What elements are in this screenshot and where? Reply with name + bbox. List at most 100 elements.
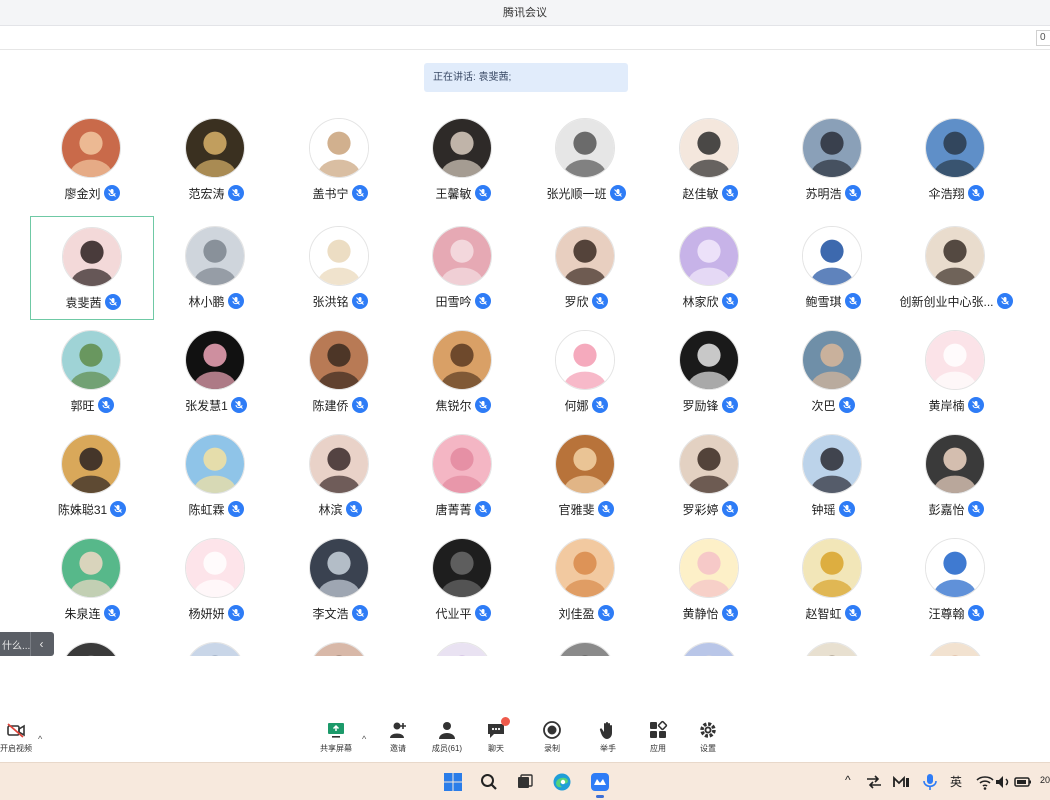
participant-tile[interactable]: 张洪铭: [278, 216, 402, 320]
microphone-icon[interactable]: [474, 185, 491, 201]
microphone-icon[interactable]: [474, 501, 491, 517]
share-options-caret[interactable]: ^: [362, 734, 366, 744]
microphone-icon[interactable]: [474, 397, 491, 413]
microphone-icon[interactable]: [844, 293, 861, 309]
participant-tile[interactable]: 何娜: [524, 320, 648, 424]
participant-tile[interactable]: 陈姝聪31: [30, 424, 154, 528]
participant-tile[interactable]: 次巴: [771, 320, 895, 424]
microphone-icon[interactable]: [474, 605, 491, 621]
participant-tile[interactable]: 盖书宁: [278, 108, 402, 212]
participant-tile[interactable]: 伞浩翔: [894, 108, 1018, 212]
microphone-icon[interactable]: [597, 605, 614, 621]
collapse-chevron-icon[interactable]: ‹: [30, 632, 52, 656]
participant-tile[interactable]: 李文浩: [278, 528, 402, 632]
participant-tile[interactable]: 林家欣: [648, 216, 772, 320]
participant-tile[interactable]: 官雅斐: [524, 424, 648, 528]
participant-tile[interactable]: 罗欣: [524, 216, 648, 320]
participant-tile[interactable]: 罗彩婷: [648, 424, 772, 528]
microphone-icon[interactable]: [967, 397, 984, 413]
participant-tile[interactable]: 焦锐尔: [401, 320, 525, 424]
microphone-icon[interactable]: [103, 185, 120, 201]
participant-tile[interactable]: 赵佳敏: [648, 108, 772, 212]
microphone-icon[interactable]: [591, 397, 608, 413]
microphone-icon[interactable]: [721, 605, 738, 621]
settings-button[interactable]: 设置: [686, 720, 730, 754]
participant-tile[interactable]: 罗励锋: [648, 320, 772, 424]
battery-icon[interactable]: [1012, 769, 1034, 795]
participant-tile[interactable]: 刘佳盈: [524, 528, 648, 632]
participant-tile[interactable]: 苏明浩: [771, 108, 895, 212]
participant-tile[interactable]: 朱泉连: [30, 528, 154, 632]
participant-tile[interactable]: [401, 632, 525, 656]
microphone-icon[interactable]: [103, 605, 120, 621]
participant-tile[interactable]: 郭旺: [30, 320, 154, 424]
tray-overflow-chevron[interactable]: ^: [845, 773, 851, 787]
microphone-icon[interactable]: [351, 185, 368, 201]
microphone-icon[interactable]: [967, 501, 984, 517]
microphone-icon[interactable]: [474, 293, 491, 309]
microphone-icon[interactable]: [351, 293, 368, 309]
microphone-icon[interactable]: [838, 501, 855, 517]
participant-tile[interactable]: 陈虹霖: [154, 424, 278, 528]
participant-tile[interactable]: 代业平: [401, 528, 525, 632]
microphone-icon[interactable]: [227, 185, 244, 201]
ime-indicator[interactable]: 英: [950, 773, 962, 790]
microphone-icon[interactable]: [920, 769, 940, 795]
search-icon[interactable]: [476, 769, 502, 795]
participant-tile[interactable]: 袁斐茜: [30, 216, 154, 320]
edge-browser-icon[interactable]: [549, 769, 575, 795]
microphone-icon[interactable]: [609, 185, 626, 201]
participant-tile[interactable]: [524, 632, 648, 656]
participant-tile[interactable]: 创新创业中心张...: [894, 216, 1018, 320]
microphone-icon[interactable]: [110, 501, 127, 517]
invite-button[interactable]: 邀请: [376, 720, 420, 754]
participant-tile[interactable]: 田雪吟: [401, 216, 525, 320]
windows-start-icon[interactable]: [440, 769, 466, 795]
participant-tile[interactable]: [894, 632, 1018, 656]
participant-tile[interactable]: 张发慧1: [154, 320, 278, 424]
participant-tile[interactable]: 张光顺一班: [524, 108, 648, 212]
microphone-icon[interactable]: [967, 605, 984, 621]
participant-tile[interactable]: 鲍雪琪: [771, 216, 895, 320]
microphone-icon[interactable]: [227, 293, 244, 309]
microphone-icon[interactable]: [721, 293, 738, 309]
microphone-icon[interactable]: [351, 605, 368, 621]
tray-settings-icon[interactable]: [864, 769, 884, 795]
microphone-icon[interactable]: [345, 501, 362, 517]
edge-input[interactable]: 0: [1036, 30, 1050, 46]
video-options-caret[interactable]: ^: [38, 734, 42, 744]
members-button[interactable]: 成员(61): [425, 720, 469, 754]
participant-tile[interactable]: 范宏涛: [154, 108, 278, 212]
participant-tile[interactable]: 林滨: [278, 424, 402, 528]
participant-tile[interactable]: 黄岸楠: [894, 320, 1018, 424]
participant-tile[interactable]: 汪尊翰: [894, 528, 1018, 632]
side-panel-tab[interactable]: 什么... ‹: [0, 632, 54, 656]
participant-tile[interactable]: 唐菁菁: [401, 424, 525, 528]
participant-tile[interactable]: 赵智虹: [771, 528, 895, 632]
microphone-icon[interactable]: [721, 185, 738, 201]
microphone-icon[interactable]: [844, 605, 861, 621]
tray-meeting-icon[interactable]: [892, 769, 912, 795]
microphone-icon[interactable]: [838, 397, 855, 413]
participant-tile[interactable]: 王馨敏: [401, 108, 525, 212]
participant-tile[interactable]: 杨妍妍: [154, 528, 278, 632]
participant-tile[interactable]: [648, 632, 772, 656]
participant-tile[interactable]: 陈建侨: [278, 320, 402, 424]
microphone-icon[interactable]: [721, 397, 738, 413]
microphone-icon[interactable]: [230, 397, 247, 413]
participant-tile[interactable]: [278, 632, 402, 656]
microphone-icon[interactable]: [351, 397, 368, 413]
participant-tile[interactable]: 林小鹏: [154, 216, 278, 320]
participant-tile[interactable]: 彭嘉怡: [894, 424, 1018, 528]
volume-icon[interactable]: [993, 769, 1013, 795]
chat-button[interactable]: 聊天: [474, 717, 518, 754]
start-video-button[interactable]: 开启视频: [0, 720, 38, 754]
apps-button[interactable]: 应用: [636, 720, 680, 754]
microphone-icon[interactable]: [227, 501, 244, 517]
wifi-icon[interactable]: [975, 769, 995, 795]
participant-tile[interactable]: [771, 632, 895, 656]
microphone-icon[interactable]: [721, 501, 738, 517]
task-view-icon[interactable]: [512, 769, 538, 795]
participant-tile[interactable]: 黄静怡: [648, 528, 772, 632]
record-button[interactable]: 录制: [530, 720, 574, 754]
